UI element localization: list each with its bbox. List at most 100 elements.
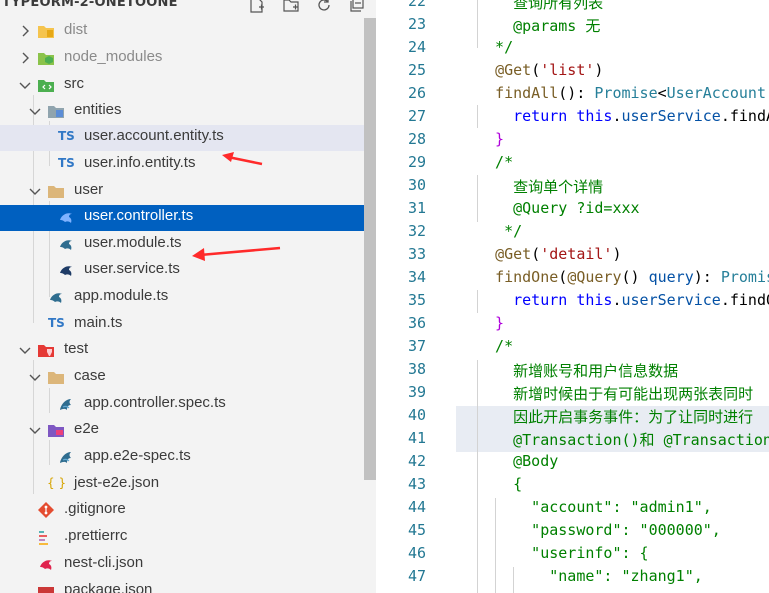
tree-item-user-module[interactable]: user.module.ts	[0, 232, 376, 258]
code-line: */	[477, 38, 513, 56]
code-line: {	[477, 475, 522, 493]
tree-item-app-module[interactable]: app.module.ts	[0, 285, 376, 311]
explorer-scrollbar[interactable]	[364, 18, 376, 480]
tree-item-label: app.module.ts	[74, 287, 169, 304]
new-folder-icon[interactable]	[282, 0, 302, 14]
tree-item-user[interactable]: user	[0, 179, 376, 205]
code-text: /*	[477, 153, 514, 171]
tree-item-dist[interactable]: dist	[0, 19, 376, 45]
code-text: @params 无	[477, 17, 601, 35]
code-text: */	[477, 38, 514, 56]
code-line: 查询所有列表	[477, 0, 603, 13]
tree-item-nest-cli-json[interactable]: nest-cli.json	[0, 552, 376, 578]
collapse-all-icon[interactable]	[348, 0, 368, 14]
chevron-down-icon	[29, 188, 41, 195]
tree-item-label: e2e	[74, 420, 100, 437]
code-text: }	[477, 130, 505, 148]
tree-item-label: test	[64, 340, 89, 357]
line-number: 31	[407, 199, 426, 217]
chevron-down-icon	[19, 347, 31, 354]
tree-item-case[interactable]: case	[0, 365, 376, 391]
line-number: 39	[407, 383, 426, 401]
code-line: findOne(@Query() query): Promise	[477, 268, 769, 286]
code-line: @Body	[477, 452, 558, 470]
code-line: "name": "zhang1",	[477, 567, 703, 585]
line-number: 35	[407, 291, 426, 309]
tree-item-jest-e2e-json[interactable]: { } jest-e2e.json	[0, 472, 376, 498]
tree-item-user-service[interactable]: user.service.ts	[0, 258, 376, 284]
line-number: 22	[407, 0, 426, 10]
tree-item-gitignore[interactable]: .gitignore	[0, 498, 376, 524]
code-line: */	[477, 222, 522, 240]
tree-item-e2e[interactable]: e2e	[0, 418, 376, 444]
code-text: "name": "zhang1",	[477, 567, 703, 585]
tree-item-main[interactable]: TS main.ts	[0, 312, 376, 338]
tree-item-entities[interactable]: entities	[0, 99, 376, 125]
tree-item-test[interactable]: test	[0, 338, 376, 364]
tree-item-user-account-entity[interactable]: TS user.account.entity.ts	[0, 125, 376, 151]
folder-icon	[48, 372, 64, 384]
code-line: return this.userService.findOn	[477, 291, 769, 309]
tree-item-label: user.service.ts	[84, 260, 180, 277]
code-text: }	[477, 314, 505, 332]
line-number: 23	[407, 15, 426, 33]
folder-dist-icon	[38, 26, 54, 38]
line-number: 28	[407, 130, 426, 148]
line-number: 33	[407, 245, 426, 263]
tree-item-label: user.account.entity.ts	[84, 127, 224, 144]
line-number: 24	[407, 38, 426, 56]
line-number: 47	[407, 567, 426, 585]
tree-item-prettierrc[interactable]: .prettierrc	[0, 525, 376, 551]
code-line: "account": "admin1",	[477, 498, 712, 516]
tree-item-label: package.json	[64, 581, 153, 593]
project-title[interactable]: TYPEORM-2-ONETOONE	[2, 0, 178, 10]
line-number: 41	[407, 429, 426, 447]
typescript-file-icon: TS	[58, 129, 75, 143]
line-number: 38	[407, 360, 426, 378]
line-number: 30	[407, 176, 426, 194]
tree-item-app-controller-spec[interactable]: app.controller.spec.ts	[0, 392, 376, 418]
npm-icon	[38, 587, 54, 593]
tree-item-label: case	[74, 367, 106, 384]
line-number: 34	[407, 268, 426, 286]
code-line: }	[477, 130, 504, 148]
tree-item-label: app.controller.spec.ts	[84, 394, 226, 411]
tree-item-src[interactable]: src	[0, 73, 376, 99]
code-line: 查询单个详情	[477, 176, 603, 197]
chevron-down-icon	[19, 82, 31, 89]
line-number: 42	[407, 452, 426, 470]
folder-node-icon	[38, 53, 54, 65]
code-line: @Get('detail')	[477, 245, 621, 263]
tree-item-label: nest-cli.json	[64, 554, 144, 571]
new-file-icon[interactable]	[248, 0, 268, 14]
tree-item-package-json[interactable]: package.json	[0, 579, 376, 593]
code-text: 新增时候由于有可能出现两张表同时	[477, 385, 754, 403]
tree-item-user-info-entity[interactable]: TS user.info.entity.ts	[0, 152, 376, 178]
line-number: 29	[407, 153, 426, 171]
tree-item-app-e2e-spec[interactable]: app.e2e-spec.ts	[0, 445, 376, 471]
code-text: 查询所有列表	[477, 0, 604, 12]
tree-item-user-controller[interactable]: user.controller.ts	[0, 205, 376, 231]
nest-controller-icon	[60, 213, 72, 223]
folder-test-icon	[38, 345, 54, 357]
nest-icon	[40, 560, 52, 570]
code-text: findAll(): Promise<UserAccount[	[495, 84, 769, 102]
explorer-header: TYPEORM-2-ONETOONE	[0, 0, 376, 14]
json-icon: { }	[47, 476, 67, 490]
code-line: 新增账号和用户信息数据	[477, 360, 678, 381]
code-line: /*	[477, 153, 513, 171]
code-text: findOne(@Query() query): Promise	[495, 268, 769, 286]
code-text: "account": "admin1",	[477, 498, 712, 516]
refresh-icon[interactable]	[315, 0, 335, 14]
code-editor[interactable]: 22 23 24 25 26 27 28 29 30 31 32 33 34 35 36 37 38 39 40 41…	[376, 0, 769, 593]
line-number-gutter: 22 23 24 25 26 27 28 29 30 31 32 33 34 35 36 37 38 39 40 41…	[376, 0, 456, 593]
folder-entities-icon	[48, 106, 64, 118]
annotation-arrow	[192, 246, 281, 261]
tree-item-node-modules[interactable]: node_modules	[0, 46, 376, 72]
test-spec-icon	[60, 452, 71, 463]
line-number: 32	[407, 222, 426, 240]
line-number: 45	[407, 521, 426, 539]
tree-item-label: user.module.ts	[84, 234, 182, 251]
folder-e2e-icon	[48, 425, 64, 437]
code-line: "userinfo": {	[477, 544, 648, 562]
